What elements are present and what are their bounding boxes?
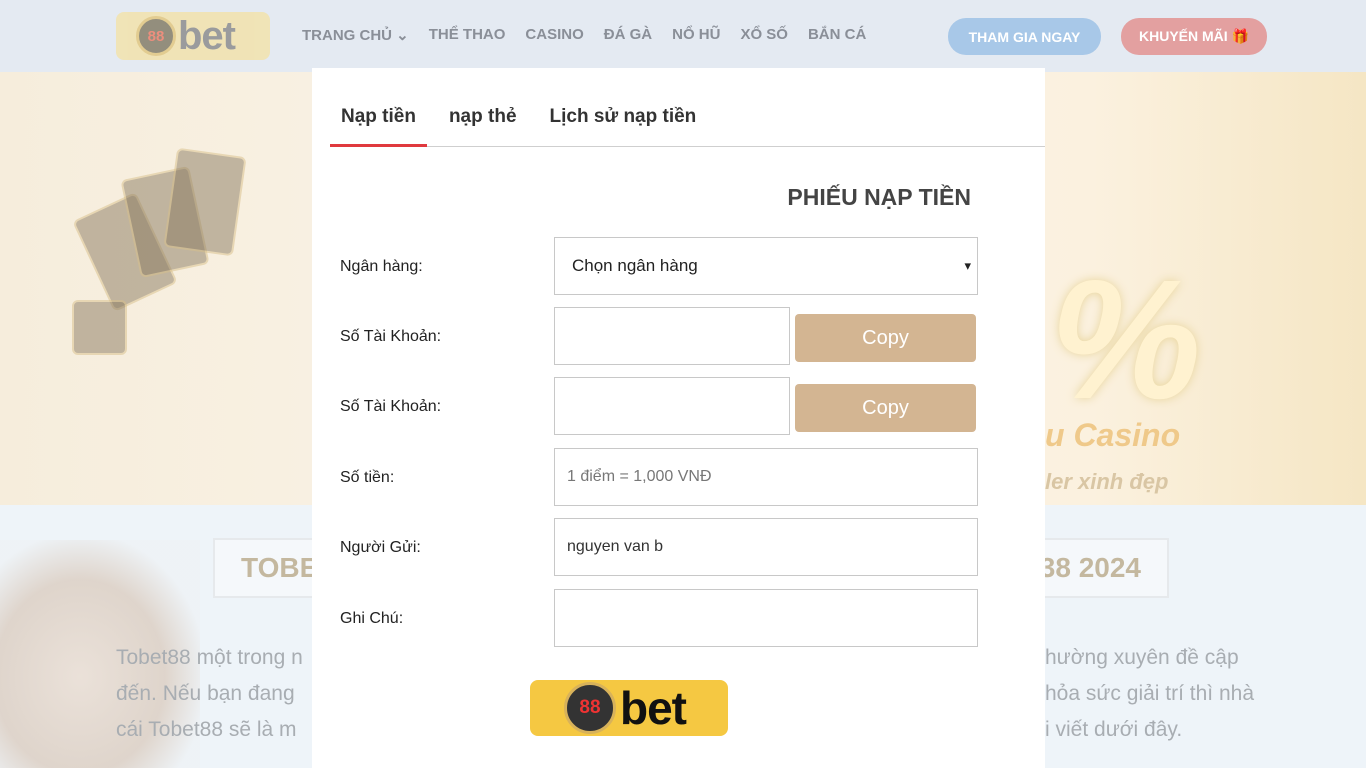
nav-casino[interactable]: CASINO (525, 26, 583, 44)
article-line: hường xuyên đề cập (1045, 646, 1239, 669)
chevron-down-icon: ▾ (964, 258, 971, 273)
sender-label: Người Gửi: (340, 539, 421, 556)
account-number-field-1[interactable] (554, 307, 790, 365)
form-title: PHIẾU NẠP TIỀN (787, 184, 971, 210)
copy-button[interactable]: Copy (795, 314, 976, 362)
article-line: hỏa sức giải trí thì nhà (1045, 682, 1255, 705)
nav-ban-ca[interactable]: BẮN CÁ (808, 26, 866, 44)
join-now-button[interactable]: THAM GIA NGAY (948, 18, 1101, 55)
tab-card-deposit[interactable]: nạp thẻ (438, 96, 528, 147)
article-line: i viết dưới đây. (1045, 718, 1183, 741)
playing-card-image (72, 300, 127, 355)
site-logo[interactable]: 88 bet (116, 12, 270, 60)
article-line: đến. Nếu bạn đang (116, 682, 295, 705)
tab-deposit[interactable]: Nạp tiền (330, 96, 427, 147)
tab-deposit-history[interactable]: Lịch sử nạp tiền (539, 96, 708, 147)
account-label: Số Tài Khoản: (340, 328, 442, 345)
playing-card-image (163, 147, 247, 257)
account-label: Số Tài Khoản: (340, 398, 442, 415)
nav-da-ga[interactable]: ĐÁ GÀ (604, 26, 652, 44)
logo-coin-icon: 88 (564, 682, 616, 734)
deposit-tabs: Nạp tiền nạp thẻ Lịch sử nạp tiền (330, 96, 1045, 147)
article-line: cái Tobet88 sẽ là m (116, 718, 297, 741)
note-input[interactable] (554, 589, 978, 647)
chevron-down-icon: ⌄ (396, 27, 409, 44)
logo-coin-icon: 88 (136, 16, 176, 56)
main-nav: TRANG CHỦ ⌄ THỂ THAO CASINO ĐÁ GÀ NỔ HŨ … (302, 26, 866, 44)
banner-dealer-text: ler xinh đẹp (1045, 469, 1169, 494)
deposit-modal: Nạp tiền nạp thẻ Lịch sử nạp tiền PHIẾU … (312, 68, 1045, 768)
banner-casino-text: u Casino (1045, 417, 1181, 453)
banner-percent: % (1050, 245, 1202, 435)
tobet-logo: 88 bet (530, 680, 728, 736)
copy-button[interactable]: Copy (795, 384, 976, 432)
promotion-button[interactable]: KHUYẾN MÃI 🎁 (1121, 18, 1267, 55)
nav-the-thao[interactable]: THỂ THAO (429, 26, 506, 44)
nav-no-hu[interactable]: NỔ HŨ (672, 26, 720, 44)
account-number-field-2[interactable] (554, 377, 790, 435)
amount-input[interactable]: 1 điểm = 1,000 VNĐ (554, 448, 978, 506)
site-header: 88 bet TRANG CHỦ ⌄ THỂ THAO CASINO ĐÁ GÀ … (0, 0, 1366, 72)
note-label: Ghi Chú: (340, 610, 404, 627)
sender-input[interactable]: nguyen van b (554, 518, 978, 576)
nav-xo-so[interactable]: XỔ SỐ (740, 26, 788, 44)
nav-trang-chu[interactable]: TRANG CHỦ ⌄ (302, 26, 409, 44)
amount-label: Số tiền: (340, 469, 395, 486)
bank-select[interactable]: Chọn ngân hàng ▾ (554, 237, 978, 295)
bank-label: Ngân hàng: (340, 258, 423, 275)
article-line: Tobet88 một trong n (116, 646, 303, 669)
